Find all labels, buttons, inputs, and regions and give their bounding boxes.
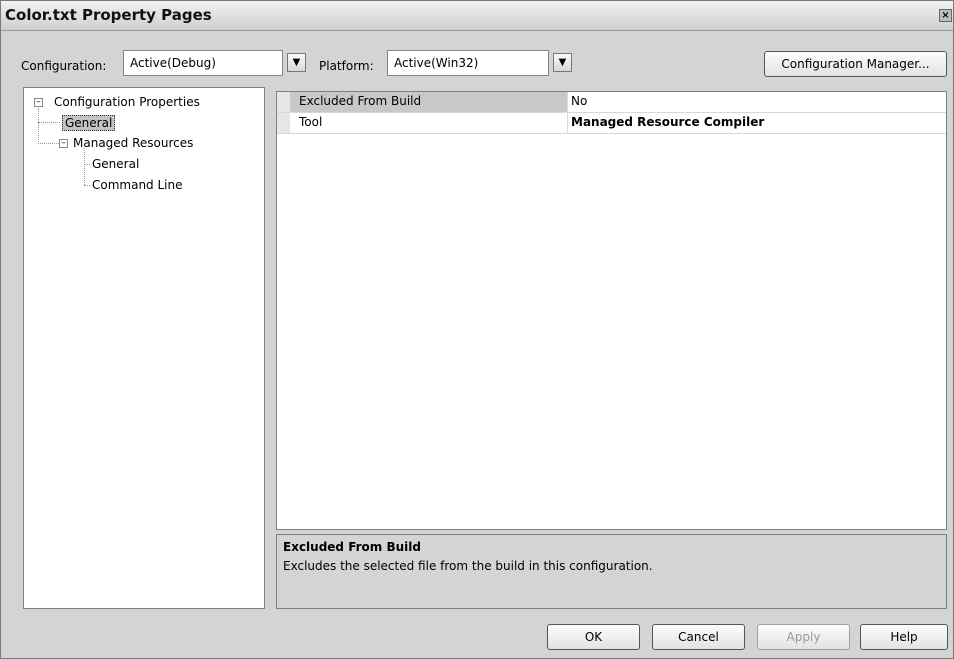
grid-row[interactable]: Excluded From Build No <box>277 92 946 113</box>
grid-gutter <box>277 92 290 112</box>
tree-item-configuration-properties[interactable]: Configuration Properties <box>54 95 200 109</box>
close-icon[interactable]: × <box>939 9 952 22</box>
window-title: Color.txt Property Pages <box>5 6 212 24</box>
grid-gutter <box>277 113 290 133</box>
platform-value: Active(Win32) <box>394 56 479 70</box>
collapse-icon[interactable]: – <box>34 98 43 107</box>
tree-connector <box>38 122 60 123</box>
tree-connector <box>38 143 59 144</box>
description-pane: Excluded From Build Excludes the selecte… <box>276 534 947 609</box>
tree-item-managed-resources[interactable]: Managed Resources <box>73 136 193 150</box>
description-text: Excludes the selected file from the buil… <box>283 559 653 573</box>
tree-item-general[interactable]: General <box>62 115 116 131</box>
help-button[interactable]: Help <box>860 624 948 650</box>
property-name: Tool <box>299 115 323 129</box>
tree-item-mr-general[interactable]: General <box>92 157 139 171</box>
property-grid: Excluded From Build No Tool Managed Reso… <box>276 91 947 530</box>
tree-connector <box>38 108 39 122</box>
tree-connector <box>84 185 90 186</box>
chevron-down-icon[interactable]: ▼ <box>553 53 572 72</box>
configuration-value: Active(Debug) <box>130 56 216 70</box>
cancel-button[interactable]: Cancel <box>652 624 745 650</box>
configuration-manager-button[interactable]: Configuration Manager... <box>764 51 947 77</box>
apply-button[interactable]: Apply <box>757 624 850 650</box>
tree-connector <box>84 164 90 165</box>
platform-label: Platform: <box>319 59 374 73</box>
configuration-dropdown[interactable]: Active(Debug) <box>123 50 283 76</box>
property-value[interactable]: Managed Resource Compiler <box>567 113 946 133</box>
property-value[interactable]: No <box>567 92 946 112</box>
platform-dropdown[interactable]: Active(Win32) <box>387 50 549 76</box>
tree-item-mr-command-line[interactable]: Command Line <box>92 178 183 192</box>
tree-connector <box>84 148 85 185</box>
title-bar[interactable]: Color.txt Property Pages × <box>1 1 953 31</box>
tree-connector <box>38 122 39 142</box>
property-name: Excluded From Build <box>290 92 567 112</box>
configuration-label: Configuration: <box>21 59 107 73</box>
collapse-icon[interactable]: – <box>59 139 68 148</box>
description-title: Excluded From Build <box>283 540 421 554</box>
chevron-down-icon[interactable]: ▼ <box>287 53 306 72</box>
ok-button[interactable]: OK <box>547 624 640 650</box>
grid-row[interactable]: Tool Managed Resource Compiler <box>277 113 946 134</box>
property-pages-dialog: Color.txt Property Pages × Configuration… <box>0 0 954 659</box>
property-tree: – Configuration Properties General – Man… <box>23 87 265 609</box>
